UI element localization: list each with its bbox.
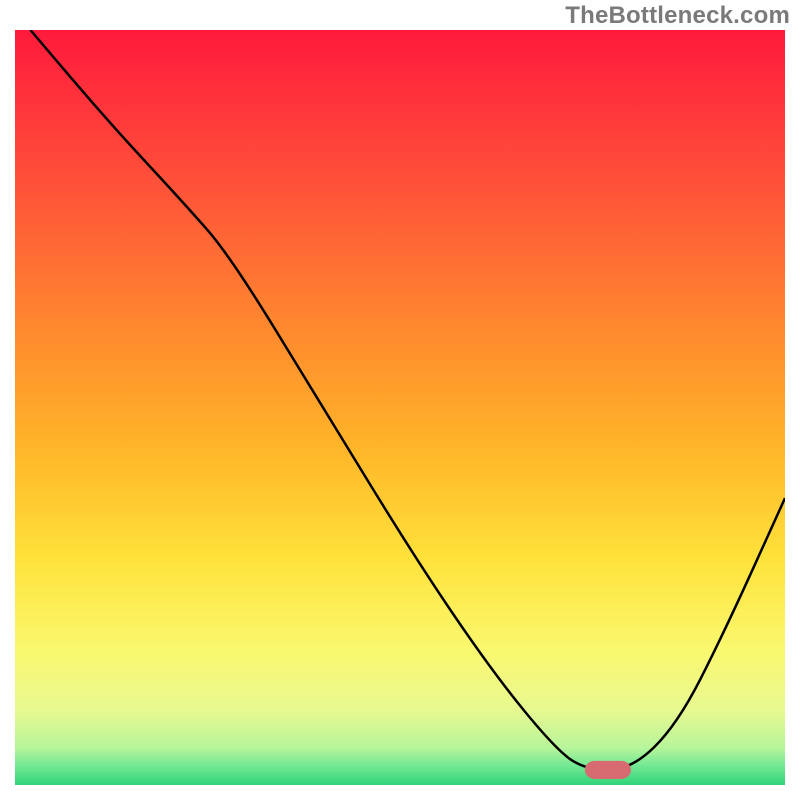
plot-area (15, 30, 785, 785)
best-fit-marker (585, 761, 631, 779)
watermark-text: TheBottleneck.com (565, 2, 790, 30)
chart-frame: TheBottleneck.com (0, 0, 800, 800)
bottleneck-curve (30, 30, 785, 770)
chart-overlay (15, 30, 785, 785)
